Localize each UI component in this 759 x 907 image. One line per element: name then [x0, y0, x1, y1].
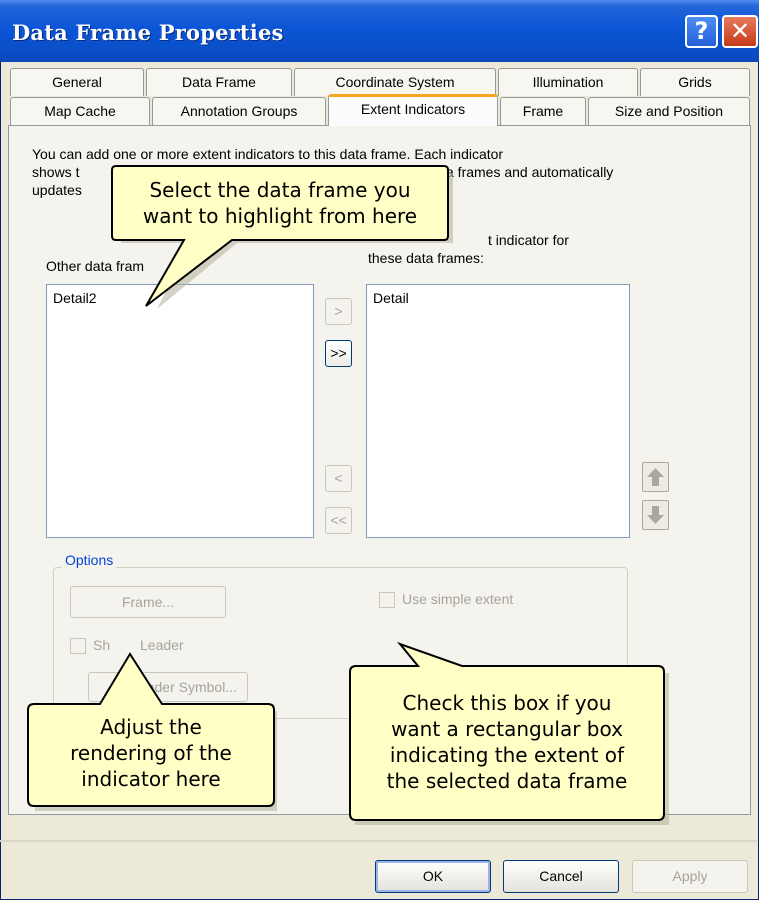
- callout-line: the selected data frame: [386, 769, 628, 793]
- callout-line: Check this box if you: [402, 691, 612, 715]
- tab-extent-indicators[interactable]: Extent Indicators: [328, 94, 498, 126]
- callout-line: want a rectangular box: [391, 717, 623, 741]
- right-callout-text: Check this box if you want a rectangular…: [350, 690, 664, 794]
- callout-line: indicating the extent of: [389, 743, 625, 767]
- callout-line: indicator here: [81, 767, 221, 791]
- callout-line: rendering of the: [70, 741, 232, 765]
- callout-line: Select the data frame you: [149, 178, 411, 202]
- top-callout-text: Select the data frame you want to highli…: [112, 177, 448, 229]
- callout-line: want to highlight from here: [142, 204, 418, 228]
- callout-line: Adjust the: [100, 715, 202, 739]
- left-callout-text: Adjust the rendering of the indicator he…: [28, 714, 274, 792]
